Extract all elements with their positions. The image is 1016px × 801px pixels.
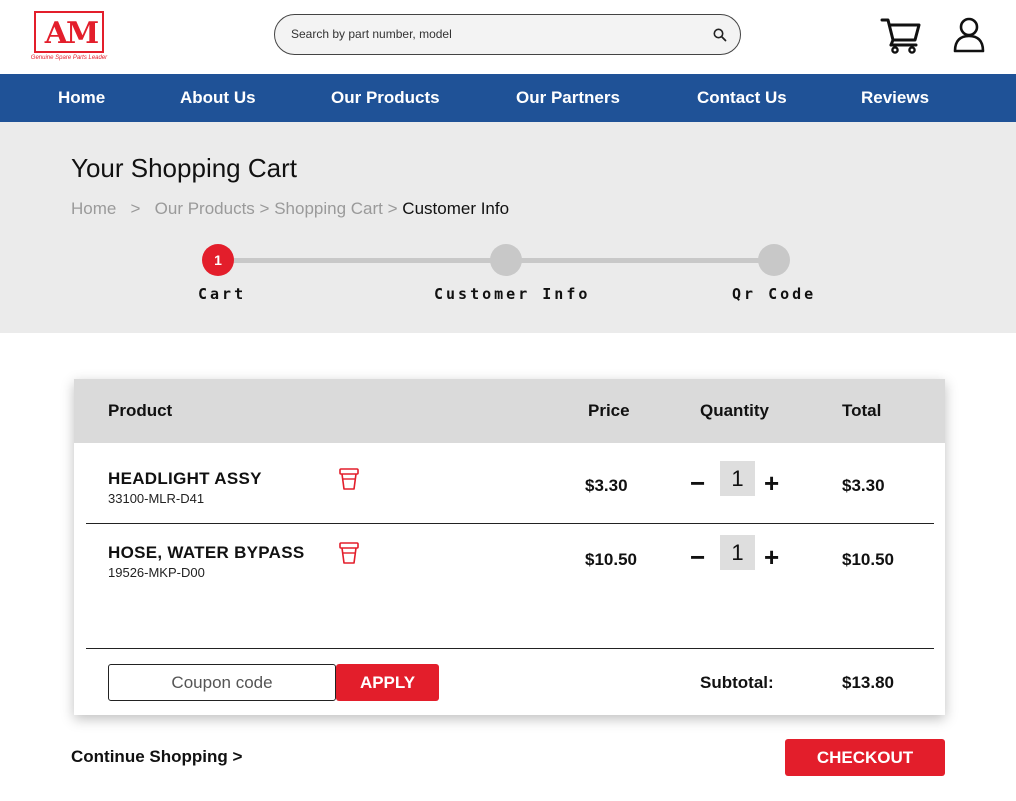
- step-dot-customer-info: [490, 244, 522, 276]
- stepper-line: [506, 258, 774, 263]
- product-price: $10.50: [585, 550, 637, 569]
- breadcrumb-separator: >: [387, 199, 398, 218]
- cart-table: Product Price Quantity Total HEADLIGHT A…: [74, 379, 945, 715]
- nav-item-our-partners[interactable]: Our Partners: [516, 74, 620, 122]
- stepper-line: [218, 258, 506, 263]
- breadcrumb-home[interactable]: Home: [71, 199, 116, 218]
- breadcrumb-separator: >: [259, 199, 270, 218]
- column-header-quantity: Quantity: [700, 401, 769, 420]
- page-header-section: Your Shopping Cart Home > Our Products >…: [0, 122, 1016, 333]
- breadcrumb-our-products[interactable]: Our Products: [155, 199, 255, 218]
- apply-coupon-button[interactable]: APPLY: [336, 664, 439, 701]
- table-row: HEADLIGHT ASSY 33100-MLR-D41 $3.30 − 1 +…: [74, 461, 945, 547]
- nav-item-our-products[interactable]: Our Products: [331, 74, 440, 122]
- quantity-increase-button[interactable]: +: [764, 544, 779, 570]
- site-header: AM Genuine Spare Parts Leader Search by …: [0, 0, 1016, 74]
- coupon-code-input[interactable]: [108, 664, 336, 701]
- search-bar[interactable]: Search by part number, model: [274, 14, 741, 55]
- column-header-total: Total: [842, 401, 882, 420]
- page-title: Your Shopping Cart: [71, 153, 297, 183]
- main-nav: Home About Us Our Products Our Partners …: [0, 74, 1016, 122]
- logo[interactable]: AM Genuine Spare Parts Leader: [28, 10, 110, 64]
- logo-text: AM: [44, 16, 99, 51]
- step-label-qr-code: Qr Code: [732, 285, 817, 303]
- nav-item-reviews[interactable]: Reviews: [861, 74, 929, 122]
- row-divider: [86, 648, 934, 649]
- nav-item-about-us[interactable]: About Us: [180, 74, 256, 122]
- product-name: HOSE, WATER BYPASS: [108, 543, 305, 562]
- table-row: HOSE, WATER BYPASS 19526-MKP-D00 $10.50 …: [74, 535, 945, 621]
- user-icon[interactable]: [953, 17, 985, 53]
- product-code: 33100-MLR-D41: [108, 491, 205, 506]
- product-name: HEADLIGHT ASSY: [108, 469, 262, 488]
- step-dot-cart: 1: [202, 244, 234, 276]
- quantity-increase-button[interactable]: +: [764, 470, 779, 496]
- continue-shopping-link[interactable]: Continue Shopping >: [71, 747, 242, 767]
- quantity-decrease-button[interactable]: −: [690, 470, 705, 496]
- cart-table-header: Product Price Quantity Total: [74, 379, 945, 443]
- nav-item-home[interactable]: Home: [58, 74, 105, 122]
- search-icon[interactable]: [712, 27, 728, 43]
- checkout-button[interactable]: CHECKOUT: [785, 739, 945, 776]
- step-label-customer-info: Customer Info: [434, 285, 591, 303]
- breadcrumb-shopping-cart[interactable]: Shopping Cart: [274, 199, 383, 218]
- nav-item-contact-us[interactable]: Contact Us: [697, 74, 787, 122]
- breadcrumb-current: Customer Info: [402, 199, 510, 218]
- trash-icon[interactable]: [338, 540, 360, 566]
- quantity-field[interactable]: 1: [720, 535, 755, 570]
- logo-frame: AM: [34, 11, 104, 53]
- product-total: $3.30: [842, 476, 885, 495]
- breadcrumb: Home > Our Products > Shopping Cart > Cu…: [71, 199, 509, 219]
- row-divider: [86, 523, 934, 524]
- quantity-decrease-button[interactable]: −: [690, 544, 705, 570]
- column-header-price: Price: [588, 401, 630, 420]
- quantity-field[interactable]: 1: [720, 461, 755, 496]
- trash-icon[interactable]: [338, 466, 360, 492]
- column-header-product: Product: [108, 401, 173, 420]
- breadcrumb-separator: >: [130, 199, 141, 218]
- step-dot-qr-code: [758, 244, 790, 276]
- product-total: $10.50: [842, 550, 894, 569]
- step-label-cart: Cart: [198, 285, 247, 303]
- subtotal-value: $13.80: [842, 673, 894, 692]
- cart-icon[interactable]: [880, 16, 922, 54]
- product-code: 19526-MKP-D00: [108, 565, 205, 580]
- subtotal-label: Subtotal:: [700, 673, 774, 692]
- product-price: $3.30: [585, 476, 628, 495]
- logo-tagline: Genuine Spare Parts Leader: [30, 55, 108, 61]
- search-input[interactable]: Search by part number, model: [291, 27, 452, 41]
